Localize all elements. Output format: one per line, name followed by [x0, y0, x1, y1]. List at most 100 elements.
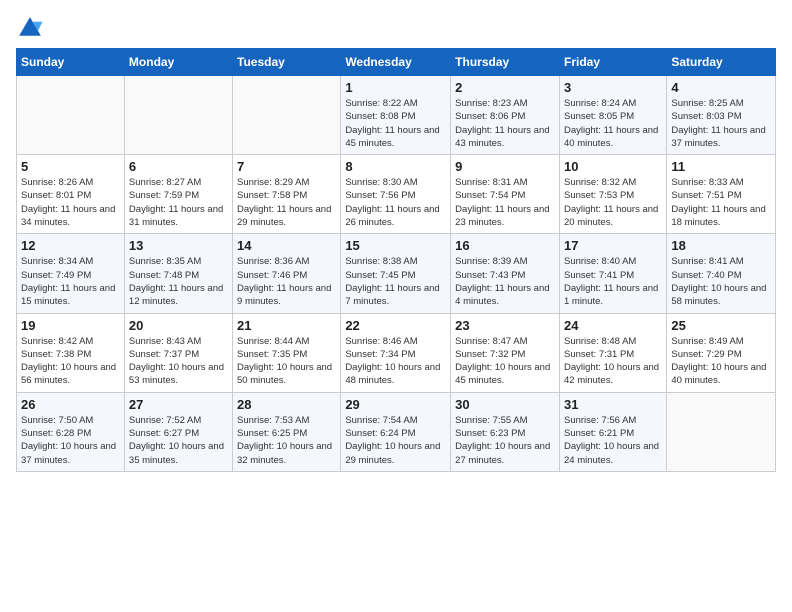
day-info: Sunrise: 8:41 AM Sunset: 7:40 PM Dayligh… — [671, 255, 771, 308]
calendar-cell: 20Sunrise: 8:43 AM Sunset: 7:37 PM Dayli… — [124, 313, 232, 392]
calendar-cell: 3Sunrise: 8:24 AM Sunset: 8:05 PM Daylig… — [559, 76, 666, 155]
day-number: 17 — [564, 238, 662, 253]
day-number: 15 — [345, 238, 446, 253]
day-number: 12 — [21, 238, 120, 253]
weekday-header-row: SundayMondayTuesdayWednesdayThursdayFrid… — [17, 49, 776, 76]
day-info: Sunrise: 8:49 AM Sunset: 7:29 PM Dayligh… — [671, 335, 771, 388]
calendar: SundayMondayTuesdayWednesdayThursdayFrid… — [16, 48, 776, 472]
weekday-header: Saturday — [667, 49, 776, 76]
day-number: 2 — [455, 80, 555, 95]
calendar-cell: 10 Sunrise: 8:32 AM Sunset: 7:53 PM Dayli… — [559, 155, 666, 234]
day-number: 27 — [129, 397, 228, 412]
calendar-cell: 29 Sunrise: 7:54 AM Sunset: 6:24 PM Dayli… — [341, 392, 451, 471]
calendar-cell: 7 Sunrise: 8:29 AM Sunset: 7:58 PM Daylig… — [233, 155, 341, 234]
day-info: Sunrise: 7:54 AM Sunset: 6:24 PM Dayligh… — [345, 414, 446, 467]
calendar-cell: 15 Sunrise: 8:38 AM Sunset: 7:45 PM Dayli… — [341, 234, 451, 313]
day-number: 25 — [671, 318, 771, 333]
calendar-cell — [667, 392, 776, 471]
day-info: Sunrise: 8:31 AM Sunset: 7:54 PM Dayligh… — [455, 176, 555, 229]
day-number: 7 — [237, 159, 336, 174]
day-number: 29 — [345, 397, 446, 412]
calendar-week-row: 19 Sunrise: 8:42 AM Sunset: 7:38 PM Dayli… — [17, 313, 776, 392]
day-info: Sunrise: 8:43 AM Sunset: 7:37 PM Dayligh… — [129, 335, 228, 388]
day-info: Sunrise: 7:50 AM Sunset: 6:28 PM Dayligh… — [21, 414, 120, 467]
calendar-cell: 25 Sunrise: 8:49 AM Sunset: 7:29 PM Dayli… — [667, 313, 776, 392]
calendar-cell: 6 Sunrise: 8:27 AM Sunset: 7:59 PM Daylig… — [124, 155, 232, 234]
calendar-cell: 24 Sunrise: 8:48 AM Sunset: 7:31 PM Dayli… — [559, 313, 666, 392]
weekday-header: Sunday — [17, 49, 125, 76]
day-info: Sunrise: 8:30 AM Sunset: 7:56 PM Dayligh… — [345, 176, 446, 229]
calendar-cell: 13Sunrise: 8:35 AM Sunset: 7:48 PM Dayli… — [124, 234, 232, 313]
day-info: Sunrise: 8:25 AM Sunset: 8:03 PM Dayligh… — [671, 97, 771, 150]
day-info: Sunrise: 8:38 AM Sunset: 7:45 PM Dayligh… — [345, 255, 446, 308]
day-number: 22 — [345, 318, 446, 333]
day-number: 16 — [455, 238, 555, 253]
day-info: Sunrise: 8:27 AM Sunset: 7:59 PM Dayligh… — [129, 176, 228, 229]
day-info: Sunrise: 8:26 AM Sunset: 8:01 PM Dayligh… — [21, 176, 120, 229]
day-number: 24 — [564, 318, 662, 333]
weekday-header: Friday — [559, 49, 666, 76]
calendar-cell: 22 Sunrise: 8:46 AM Sunset: 7:34 PM Dayli… — [341, 313, 451, 392]
calendar-cell: 4 Sunrise: 8:25 AM Sunset: 8:03 PM Daylig… — [667, 76, 776, 155]
calendar-cell: 21 Sunrise: 8:44 AM Sunset: 7:35 PM Dayli… — [233, 313, 341, 392]
day-number: 6 — [129, 159, 228, 174]
day-info: Sunrise: 7:55 AM Sunset: 6:23 PM Dayligh… — [455, 414, 555, 467]
page: SundayMondayTuesdayWednesdayThursdayFrid… — [0, 0, 792, 612]
day-number: 4 — [671, 80, 771, 95]
calendar-cell: 2Sunrise: 8:23 AM Sunset: 8:06 PM Daylig… — [451, 76, 560, 155]
day-info: Sunrise: 8:42 AM Sunset: 7:38 PM Dayligh… — [21, 335, 120, 388]
calendar-cell: 18 Sunrise: 8:41 AM Sunset: 7:40 PM Dayli… — [667, 234, 776, 313]
calendar-cell: 12 Sunrise: 8:34 AM Sunset: 7:49 PM Dayli… — [17, 234, 125, 313]
day-info: Sunrise: 8:39 AM Sunset: 7:43 PM Dayligh… — [455, 255, 555, 308]
day-info: Sunrise: 8:32 AM Sunset: 7:53 PM Dayligh… — [564, 176, 662, 229]
day-info: Sunrise: 8:44 AM Sunset: 7:35 PM Dayligh… — [237, 335, 336, 388]
day-info: Sunrise: 8:35 AM Sunset: 7:48 PM Dayligh… — [129, 255, 228, 308]
calendar-cell: 17Sunrise: 8:40 AM Sunset: 7:41 PM Dayli… — [559, 234, 666, 313]
logo-icon — [16, 14, 44, 42]
day-info: Sunrise: 7:56 AM Sunset: 6:21 PM Dayligh… — [564, 414, 662, 467]
weekday-header: Wednesday — [341, 49, 451, 76]
weekday-header: Thursday — [451, 49, 560, 76]
day-info: Sunrise: 7:52 AM Sunset: 6:27 PM Dayligh… — [129, 414, 228, 467]
day-number: 9 — [455, 159, 555, 174]
day-number: 30 — [455, 397, 555, 412]
day-number: 11 — [671, 159, 771, 174]
calendar-week-row: 12 Sunrise: 8:34 AM Sunset: 7:49 PM Dayli… — [17, 234, 776, 313]
calendar-cell: 26Sunrise: 7:50 AM Sunset: 6:28 PM Dayli… — [17, 392, 125, 471]
day-number: 1 — [345, 80, 446, 95]
day-info: Sunrise: 7:53 AM Sunset: 6:25 PM Dayligh… — [237, 414, 336, 467]
calendar-cell: 11 Sunrise: 8:33 AM Sunset: 7:51 PM Dayli… — [667, 155, 776, 234]
day-info: Sunrise: 8:46 AM Sunset: 7:34 PM Dayligh… — [345, 335, 446, 388]
day-number: 18 — [671, 238, 771, 253]
day-number: 10 — [564, 159, 662, 174]
weekday-header: Monday — [124, 49, 232, 76]
day-info: Sunrise: 8:34 AM Sunset: 7:49 PM Dayligh… — [21, 255, 120, 308]
calendar-cell: 1 Sunrise: 8:22 AM Sunset: 8:08 PM Daylig… — [341, 76, 451, 155]
day-number: 31 — [564, 397, 662, 412]
day-info: Sunrise: 8:29 AM Sunset: 7:58 PM Dayligh… — [237, 176, 336, 229]
day-number: 3 — [564, 80, 662, 95]
calendar-cell — [233, 76, 341, 155]
calendar-week-row: 1 Sunrise: 8:22 AM Sunset: 8:08 PM Daylig… — [17, 76, 776, 155]
day-info: Sunrise: 8:36 AM Sunset: 7:46 PM Dayligh… — [237, 255, 336, 308]
calendar-cell: 30 Sunrise: 7:55 AM Sunset: 6:23 PM Dayli… — [451, 392, 560, 471]
calendar-cell: 9 Sunrise: 8:31 AM Sunset: 7:54 PM Daylig… — [451, 155, 560, 234]
day-info: Sunrise: 8:22 AM Sunset: 8:08 PM Dayligh… — [345, 97, 446, 150]
calendar-cell: 5Sunrise: 8:26 AM Sunset: 8:01 PM Daylig… — [17, 155, 125, 234]
calendar-week-row: 5Sunrise: 8:26 AM Sunset: 8:01 PM Daylig… — [17, 155, 776, 234]
day-number: 21 — [237, 318, 336, 333]
day-number: 19 — [21, 318, 120, 333]
calendar-cell: 16 Sunrise: 8:39 AM Sunset: 7:43 PM Dayli… — [451, 234, 560, 313]
calendar-cell: 19 Sunrise: 8:42 AM Sunset: 7:38 PM Dayli… — [17, 313, 125, 392]
day-number: 28 — [237, 397, 336, 412]
logo — [16, 14, 46, 42]
calendar-cell: 14 Sunrise: 8:36 AM Sunset: 7:46 PM Dayli… — [233, 234, 341, 313]
calendar-cell: 8Sunrise: 8:30 AM Sunset: 7:56 PM Daylig… — [341, 155, 451, 234]
header — [16, 10, 776, 42]
day-number: 14 — [237, 238, 336, 253]
day-info: Sunrise: 8:47 AM Sunset: 7:32 PM Dayligh… — [455, 335, 555, 388]
day-info: Sunrise: 8:48 AM Sunset: 7:31 PM Dayligh… — [564, 335, 662, 388]
day-info: Sunrise: 8:33 AM Sunset: 7:51 PM Dayligh… — [671, 176, 771, 229]
calendar-cell: 23Sunrise: 8:47 AM Sunset: 7:32 PM Dayli… — [451, 313, 560, 392]
calendar-cell — [124, 76, 232, 155]
